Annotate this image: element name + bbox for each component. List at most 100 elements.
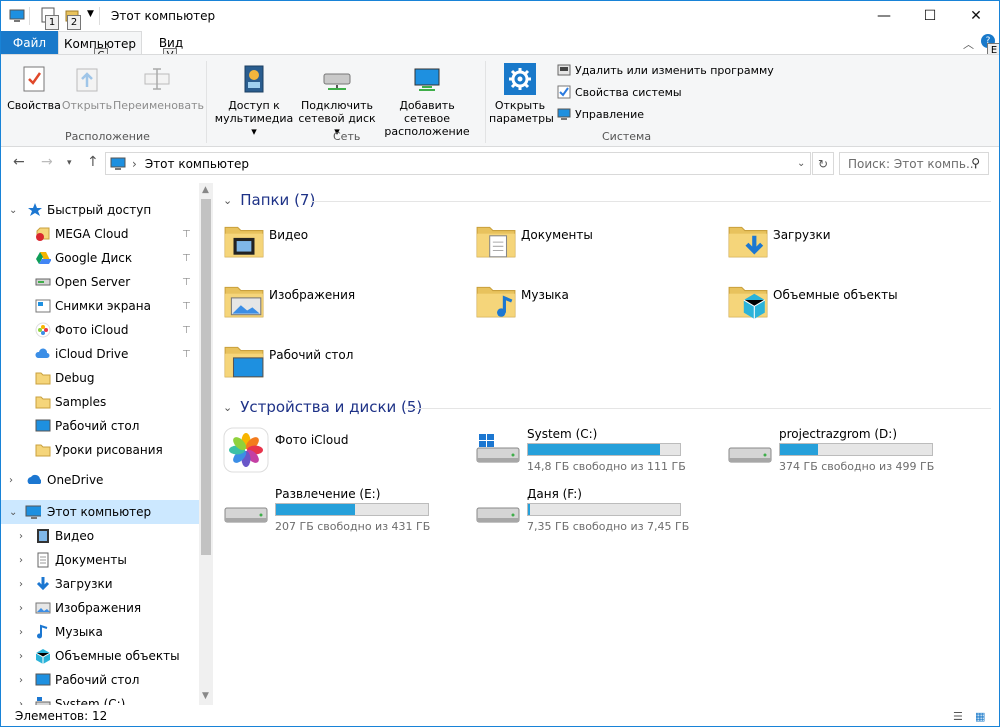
open-settings-button[interactable]: Открыть параметры	[489, 63, 554, 125]
large-icons-view-icon[interactable]: ▦	[975, 710, 985, 723]
sidebar-item[interactable]: › Музыка	[1, 620, 199, 644]
sidebar-item[interactable]: › Документы	[1, 548, 199, 572]
scroll-down-icon[interactable]: ▼	[202, 691, 209, 701]
pin-icon[interactable]: ⊤	[182, 325, 191, 336]
sidebar-item[interactable]: Debug	[1, 366, 199, 390]
folder-item[interactable]: Видео	[223, 215, 463, 265]
uninstall-program-button[interactable]: Удалить или изменить программу	[557, 63, 774, 77]
back-button[interactable]: ←	[13, 154, 25, 170]
pin-icon[interactable]: ⊤	[182, 253, 191, 264]
sidebar-item[interactable]: › System (C:)	[1, 692, 199, 705]
properties-button[interactable]: Свойства	[7, 63, 61, 112]
drive-usage-fill	[528, 444, 660, 455]
system-properties-button[interactable]: Свойства системы	[557, 85, 682, 99]
sidebar-item[interactable]: › Рабочий стол	[1, 668, 199, 692]
folder-item[interactable]: Музыка	[475, 275, 715, 325]
map-network-drive-icon	[321, 63, 353, 95]
scroll-up-icon[interactable]: ▲	[202, 185, 209, 195]
folder-label: Изображения	[269, 288, 356, 302]
search-input[interactable]: Поиск: Этот компь... ⚲	[839, 152, 989, 175]
pin-icon[interactable]: ⊤	[182, 229, 191, 240]
details-view-icon[interactable]: ☰	[953, 710, 963, 723]
nav-quick-access[interactable]: ⌄ Быстрый доступ	[1, 198, 199, 222]
map-network-drive-button[interactable]: Подключить сетевой диск ▾	[297, 63, 377, 138]
qat-dropdown-icon[interactable]: ▼	[87, 9, 94, 19]
system-properties-label: Свойства системы	[575, 85, 682, 99]
recent-locations-icon[interactable]: ▾	[67, 158, 72, 168]
sidebar-scrollbar-thumb[interactable]	[201, 199, 211, 555]
pin-icon[interactable]: ⊤	[182, 277, 191, 288]
icloud-photos-icon	[35, 322, 51, 338]
maximize-button[interactable]: ☐	[907, 1, 953, 31]
sidebar-item[interactable]: Фото iCloud ⊤	[1, 318, 199, 342]
collapse-chevron-icon[interactable]: ⌄	[223, 194, 232, 207]
expand-chevron-icon[interactable]: ›	[9, 475, 13, 486]
pictures-folder-icon	[224, 286, 264, 318]
sidebar-item[interactable]: › Изображения	[1, 596, 199, 620]
drive-item[interactable]: Даня (F:) 7,35 ГБ свободно из 7,45 ГБ	[475, 486, 715, 534]
expand-chevron-icon[interactable]: ›	[19, 627, 23, 638]
drive-item[interactable]: Развлечение (E:) 207 ГБ свободно из 431 Г…	[223, 486, 463, 534]
sidebar-item[interactable]: Уроки рисования	[1, 438, 199, 462]
media-access-label-1: Доступ к	[228, 99, 280, 112]
sidebar-item[interactable]: iCloud Drive ⊤	[1, 342, 199, 366]
icloud-photos-item[interactable]: Фото iCloud	[223, 426, 463, 474]
collapse-chevron-icon[interactable]: ⌄	[223, 401, 232, 414]
folder-item[interactable]: Рабочий стол	[223, 335, 463, 385]
expand-chevron-icon[interactable]: ›	[19, 531, 23, 542]
sidebar-item[interactable]: › Загрузки	[1, 572, 199, 596]
sidebar-item[interactable]: Снимки экрана ⊤	[1, 294, 199, 318]
folder-item[interactable]: Изображения	[223, 275, 463, 325]
drive-item[interactable]: projectrazgrom (D:) 374 ГБ свободно из 49…	[727, 426, 967, 474]
open-settings-label-1: Открыть	[494, 99, 546, 112]
expand-chevron-icon[interactable]: ⌄	[9, 507, 17, 518]
nav-onedrive[interactable]: › OneDrive	[1, 468, 199, 492]
sidebar-item[interactable]: › Объемные объекты	[1, 644, 199, 668]
rename-button[interactable]: Переименовать	[113, 63, 204, 112]
sidebar-item[interactable]: Google Диск ⊤	[1, 246, 199, 270]
sidebar-item[interactable]: › Видео	[1, 524, 199, 548]
breadcrumb-chevron-icon[interactable]: ›	[132, 157, 137, 171]
open-button[interactable]: Открыть	[61, 63, 113, 112]
expand-chevron-icon[interactable]: ›	[19, 579, 23, 590]
add-network-location-button[interactable]: Добавить сетевое расположение	[375, 63, 479, 138]
up-button[interactable]: ↑	[87, 154, 99, 170]
minimize-button[interactable]: —	[861, 1, 907, 31]
expand-chevron-icon[interactable]: ›	[19, 651, 23, 662]
expand-chevron-icon[interactable]: ›	[19, 555, 23, 566]
sidebar-item[interactable]: Рабочий стол	[1, 414, 199, 438]
address-bar[interactable]: › Этот компьютер	[105, 152, 811, 175]
nav-this-pc[interactable]: ⌄ Этот компьютер	[1, 500, 199, 524]
computer-icon[interactable]	[9, 9, 25, 23]
pin-icon[interactable]: ⊤	[182, 301, 191, 312]
icloud-drive-icon	[35, 346, 51, 362]
manage-button[interactable]: Управление	[557, 107, 644, 121]
pin-icon[interactable]: ⊤	[182, 349, 191, 360]
tab-file[interactable]: Файл	[1, 31, 58, 55]
map-drive-label-1: Подключить	[300, 99, 374, 112]
forward-button[interactable]: →	[41, 154, 53, 170]
folders-header[interactable]: ⌄ Папки (7)	[223, 191, 315, 209]
expand-chevron-icon[interactable]: ›	[19, 603, 23, 614]
folder-item[interactable]: Объемные объекты	[727, 275, 967, 325]
collapse-ribbon-icon[interactable]: ︿	[963, 36, 974, 52]
expand-chevron-icon[interactable]: ⌄	[9, 205, 17, 216]
drive-usage-bar	[275, 503, 429, 516]
desktop-icon	[35, 672, 51, 688]
refresh-button[interactable]: ↻	[812, 152, 834, 175]
devices-header[interactable]: ⌄ Устройства и диски (5)	[223, 398, 422, 416]
address-dropdown-icon[interactable]: ⌄	[797, 158, 805, 169]
folder-item[interactable]: Документы	[475, 215, 715, 265]
breadcrumb[interactable]: Этот компьютер	[145, 157, 249, 171]
sidebar-item-label: Google Диск	[55, 251, 133, 265]
expand-chevron-icon[interactable]: ›	[19, 675, 23, 686]
sidebar-item[interactable]: Samples	[1, 390, 199, 414]
sidebar-item[interactable]: MEGA Cloud ⊤	[1, 222, 199, 246]
sidebar-item[interactable]: Open Server ⊤	[1, 270, 199, 294]
close-button[interactable]: ✕	[953, 1, 999, 31]
folder-item[interactable]: Загрузки	[727, 215, 967, 265]
media-access-button[interactable]: Доступ к мультимедиа ▾	[211, 63, 297, 138]
drive-item[interactable]: System (C:) 14,8 ГБ свободно из 111 ГБ	[475, 426, 715, 474]
downloads-folder-icon	[727, 217, 769, 263]
search-placeholder: Поиск: Этот компь...	[848, 156, 978, 171]
